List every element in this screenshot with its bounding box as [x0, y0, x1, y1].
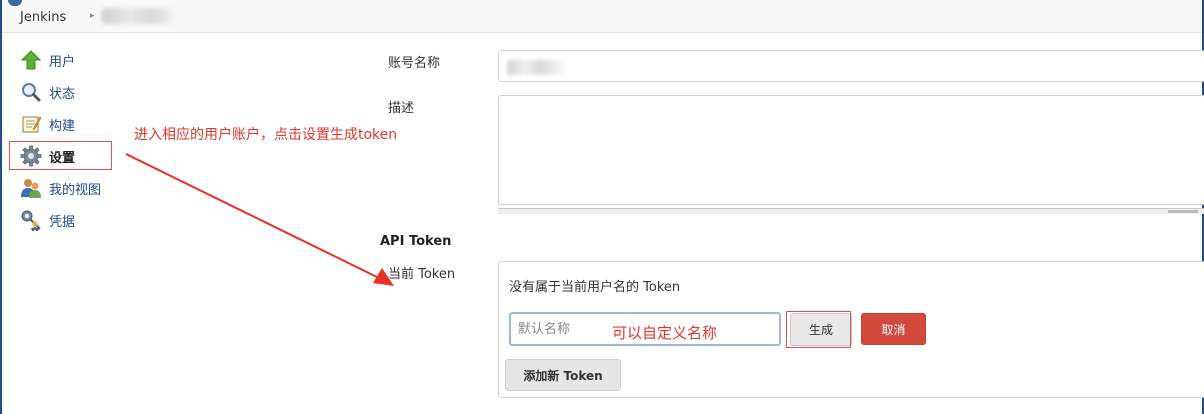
window-edge-left — [0, 0, 2, 414]
key-icon — [20, 209, 42, 231]
username-value[interactable] — [498, 50, 1204, 82]
add-token-button[interactable]: 添加新 Token — [505, 359, 621, 391]
breadcrumb-separator-icon[interactable]: ▸ — [90, 11, 95, 21]
token-panel: 没有属于当前用户名的 Token 生成 取消 添加新 Token — [498, 261, 1204, 398]
no-token-message: 没有属于当前用户名的 Token — [509, 280, 681, 295]
username-label: 账号名称 — [388, 56, 441, 71]
magnifier-icon — [20, 81, 42, 103]
description-label: 描述 — [388, 101, 415, 116]
breadcrumb-user-redacted[interactable] — [102, 8, 174, 24]
current-token-label: 当前 Token — [388, 267, 456, 282]
sidebar-item-users[interactable]: 用户 — [10, 44, 140, 76]
description-textarea[interactable] — [498, 95, 1204, 205]
side-panel: 用户 状态 构建 设置 我的视图 凭据 — [10, 44, 140, 236]
user-group-icon — [20, 177, 42, 199]
api-token-section-title: API Token — [380, 234, 452, 249]
sidebar-item-label: 构建 — [49, 118, 76, 134]
jenkins-logo-icon — [8, 0, 22, 6]
sidebar-item-label: 用户 — [49, 54, 76, 70]
settings-highlight-box — [9, 141, 112, 170]
name-annotation: 可以自定义名称 — [612, 324, 718, 342]
jenkins-user-config-page: Jenkins ▸ 用户 状态 构建 设置 我的视图 凭据 进入相应的用户账户，… — [0, 0, 1204, 414]
sidebar-item-my-views[interactable]: 我的视图 — [10, 172, 140, 204]
generate-button[interactable]: 生成 — [790, 313, 852, 346]
sidebar-annotation: 进入相应的用户账户，点击设置生成token — [134, 127, 398, 143]
description-scrollbar[interactable] — [498, 208, 1204, 214]
sidebar-item-builds[interactable]: 构建 — [10, 108, 140, 140]
sidebar-item-status[interactable]: 状态 — [10, 76, 140, 108]
cancel-button[interactable]: 取消 — [861, 313, 926, 345]
sidebar-item-credentials[interactable]: 凭据 — [10, 204, 140, 236]
breadcrumb-jenkins[interactable]: Jenkins — [20, 10, 66, 25]
username-redacted — [507, 60, 567, 75]
up-arrow-icon — [20, 49, 42, 71]
sidebar-item-label: 我的视图 — [49, 182, 102, 198]
breadcrumb: Jenkins ▸ — [2, 0, 1202, 33]
sidebar-item-label: 凭据 — [49, 214, 76, 230]
sidebar-item-label: 状态 — [49, 86, 76, 102]
scrollbar-thumb[interactable] — [1168, 210, 1198, 213]
notepad-icon — [20, 113, 42, 135]
